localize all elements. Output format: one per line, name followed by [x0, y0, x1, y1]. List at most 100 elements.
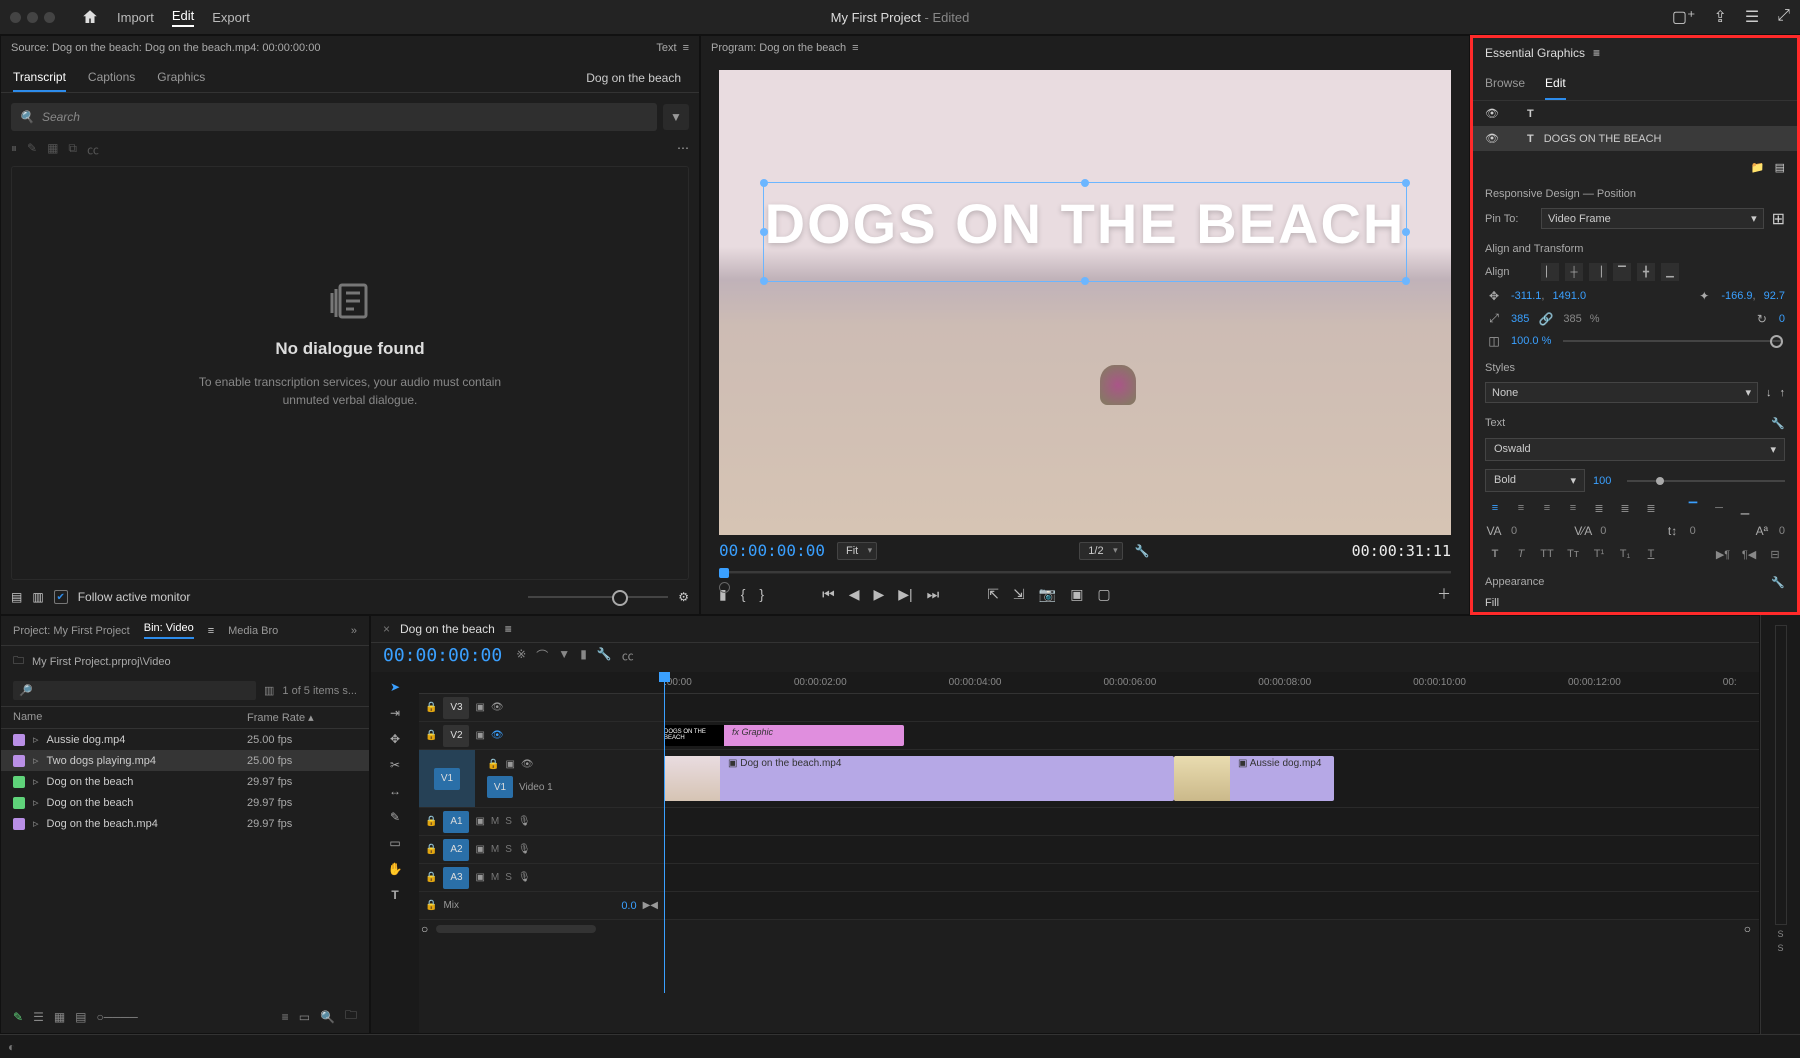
filter-bin-icon[interactable]: ▥	[264, 684, 274, 697]
kerning-field[interactable]: 0	[1600, 525, 1606, 537]
project-search-input[interactable]: 🔎	[13, 681, 256, 700]
lift-icon[interactable]: ⇱	[987, 586, 999, 603]
justify-last-center-icon[interactable]: ≣	[1615, 500, 1635, 516]
rtl-icon[interactable]: ¶◀	[1739, 546, 1759, 562]
anchor-x-field[interactable]: -166.9	[1721, 290, 1755, 302]
playhead[interactable]	[664, 672, 665, 993]
tab-project[interactable]: Project: My First Project	[13, 625, 130, 637]
panel-menu-icon[interactable]: ≡	[683, 42, 689, 54]
project-item[interactable]: ▹Dog on the beach29.97 fps	[1, 792, 369, 813]
cc-icon[interactable]: ㏄	[87, 141, 99, 158]
new-group-icon[interactable]: 📁	[1751, 161, 1765, 174]
ripple-edit-icon[interactable]: ✥	[386, 730, 404, 748]
timeline-tracks[interactable]: :00:0000:00:02:0000:00:04:0000:00:06:000…	[419, 672, 1759, 1033]
rect-tool-icon[interactable]: ▭	[386, 834, 404, 852]
export-frame-icon[interactable]: 📷	[1039, 586, 1056, 603]
resolution-select[interactable]: 1/2	[1079, 542, 1122, 560]
go-to-out-icon[interactable]: ⏭	[927, 586, 940, 603]
tab-media-browser[interactable]: Media Bro	[228, 625, 278, 637]
mark-out-icon[interactable]: }	[759, 586, 764, 602]
tracking-field[interactable]: 0	[1511, 525, 1517, 537]
linked-selection-icon[interactable]: ⌒	[536, 647, 548, 664]
track-select-icon[interactable]: ⇥	[386, 704, 404, 722]
razor-icon[interactable]: ✂	[386, 756, 404, 774]
link-icon[interactable]: 🔗	[1537, 312, 1555, 326]
zoom-fit-select[interactable]: Fit	[837, 542, 877, 560]
pin-to-select[interactable]: Video Frame▾	[1541, 208, 1764, 229]
bin-icon[interactable]: 🗀	[13, 652, 24, 671]
tab-bin-video[interactable]: Bin: Video	[144, 622, 194, 639]
breadcrumb-path[interactable]: My First Project.prproj\Video	[32, 656, 171, 668]
pos-x-field[interactable]: -311.1	[1511, 290, 1544, 302]
panel-menu-icon[interactable]: ≡	[852, 42, 858, 54]
new-layer-icon[interactable]: ▤	[1775, 161, 1785, 174]
button-editor-icon[interactable]: ＋	[1437, 584, 1451, 604]
project-item[interactable]: ▹Dog on the beach29.97 fps	[1, 771, 369, 792]
font-weight-select[interactable]: Bold▾	[1485, 469, 1585, 492]
tab-transcript[interactable]: Transcript	[13, 64, 66, 92]
faux-bold-icon[interactable]: T	[1485, 546, 1505, 562]
project-item[interactable]: ▹Aussie dog.mp425.00 fps	[1, 729, 369, 750]
step-back-icon[interactable]: ◀	[849, 586, 860, 603]
anchor-y-field[interactable]: 92.7	[1764, 290, 1785, 302]
share-icon[interactable]: ⇪	[1713, 7, 1726, 27]
fullscreen-icon[interactable]: ⤢	[1777, 7, 1790, 27]
align-right-icon[interactable]: ▕	[1589, 263, 1607, 281]
panel-menu-icon[interactable]: ≡	[208, 625, 214, 637]
mix-value[interactable]: 0.0	[621, 900, 636, 912]
list-view-icon[interactable]: ☰	[33, 1010, 44, 1024]
track-a2[interactable]: A2	[443, 839, 469, 861]
home-icon[interactable]	[81, 8, 99, 26]
more-icon[interactable]: ⋯	[677, 141, 689, 158]
rotation-field[interactable]: 0	[1779, 313, 1785, 325]
layer-text[interactable]: 👁TDOGS ON THE BEACH	[1473, 126, 1797, 151]
wrench-icon[interactable]: 🔧	[597, 647, 612, 664]
hand-tool-icon[interactable]: ✋	[386, 860, 404, 878]
align-center-icon[interactable]: ≡	[1511, 500, 1531, 516]
insert-icon[interactable]: ▮	[580, 647, 587, 664]
new-bin-icon[interactable]: 🗀	[345, 1006, 357, 1027]
snap-icon[interactable]: ※	[516, 647, 526, 664]
eg-tab-browse[interactable]: Browse	[1485, 68, 1525, 100]
justify-last-left-icon[interactable]: ≣	[1589, 500, 1609, 516]
window-traffic-lights[interactable]	[10, 12, 55, 23]
video-clip-2[interactable]: ▣ Aussie dog.mp4	[1174, 756, 1334, 802]
valign-mid-icon[interactable]: ─	[1709, 500, 1729, 516]
freeform-view-icon[interactable]: ▤	[75, 1010, 86, 1024]
sequence-name[interactable]: Dog on the beach	[400, 622, 495, 636]
overflow-icon[interactable]: »	[351, 625, 357, 637]
justify-icon[interactable]: ≡	[1563, 500, 1583, 516]
align-top-icon[interactable]: ▔	[1613, 263, 1631, 281]
filter-icon[interactable]: ▼	[663, 104, 689, 130]
workspace-icon[interactable]: ☰	[1745, 7, 1759, 27]
tategaki-icon[interactable]: ⊟	[1765, 546, 1785, 562]
track-v3[interactable]: V3	[443, 697, 469, 719]
menu-export[interactable]: Export	[212, 10, 250, 25]
col-framerate[interactable]: Frame Rate ▴	[247, 711, 357, 724]
step-forward-icon[interactable]: ▶|	[898, 586, 912, 603]
menu-edit[interactable]: Edit	[172, 8, 194, 27]
track-a3[interactable]: A3	[443, 867, 469, 889]
align-vcenter-icon[interactable]: ╋	[1637, 263, 1655, 281]
extract-icon[interactable]: ⇲	[1013, 586, 1025, 603]
project-item[interactable]: ▹Dog on the beach.mp429.97 fps	[1, 813, 369, 834]
text-panel-tab[interactable]: Text	[656, 42, 676, 54]
program-timecode[interactable]: 00:00:00:00	[719, 541, 825, 560]
sort-icon[interactable]: ≡	[282, 1010, 289, 1024]
mark-in-icon[interactable]: {	[741, 586, 746, 602]
menu-import[interactable]: Import	[117, 10, 154, 25]
superscript-icon[interactable]: T¹	[1589, 546, 1609, 562]
track-v2[interactable]: V2	[443, 725, 469, 747]
align-bottom-icon[interactable]: ▁	[1661, 263, 1679, 281]
smallcaps-icon[interactable]: Tᴛ	[1563, 546, 1583, 562]
timeline-timecode[interactable]: 00:00:00:00	[383, 645, 502, 666]
program-canvas[interactable]: DOGS ON THE BEACH	[719, 70, 1451, 535]
eye-icon[interactable]: 👁	[1485, 132, 1499, 145]
wrench-icon[interactable]: 🔧	[1771, 417, 1785, 430]
eg-tab-edit[interactable]: Edit	[1545, 68, 1566, 100]
new-item-icon[interactable]: ✎	[13, 1010, 23, 1024]
zoom-slider[interactable]: ○────	[97, 1010, 138, 1024]
pause-icon[interactable]: ⏸	[11, 141, 17, 158]
ltr-icon[interactable]: ▶¶	[1713, 546, 1733, 562]
cc-icon[interactable]: ㏄	[622, 647, 634, 664]
